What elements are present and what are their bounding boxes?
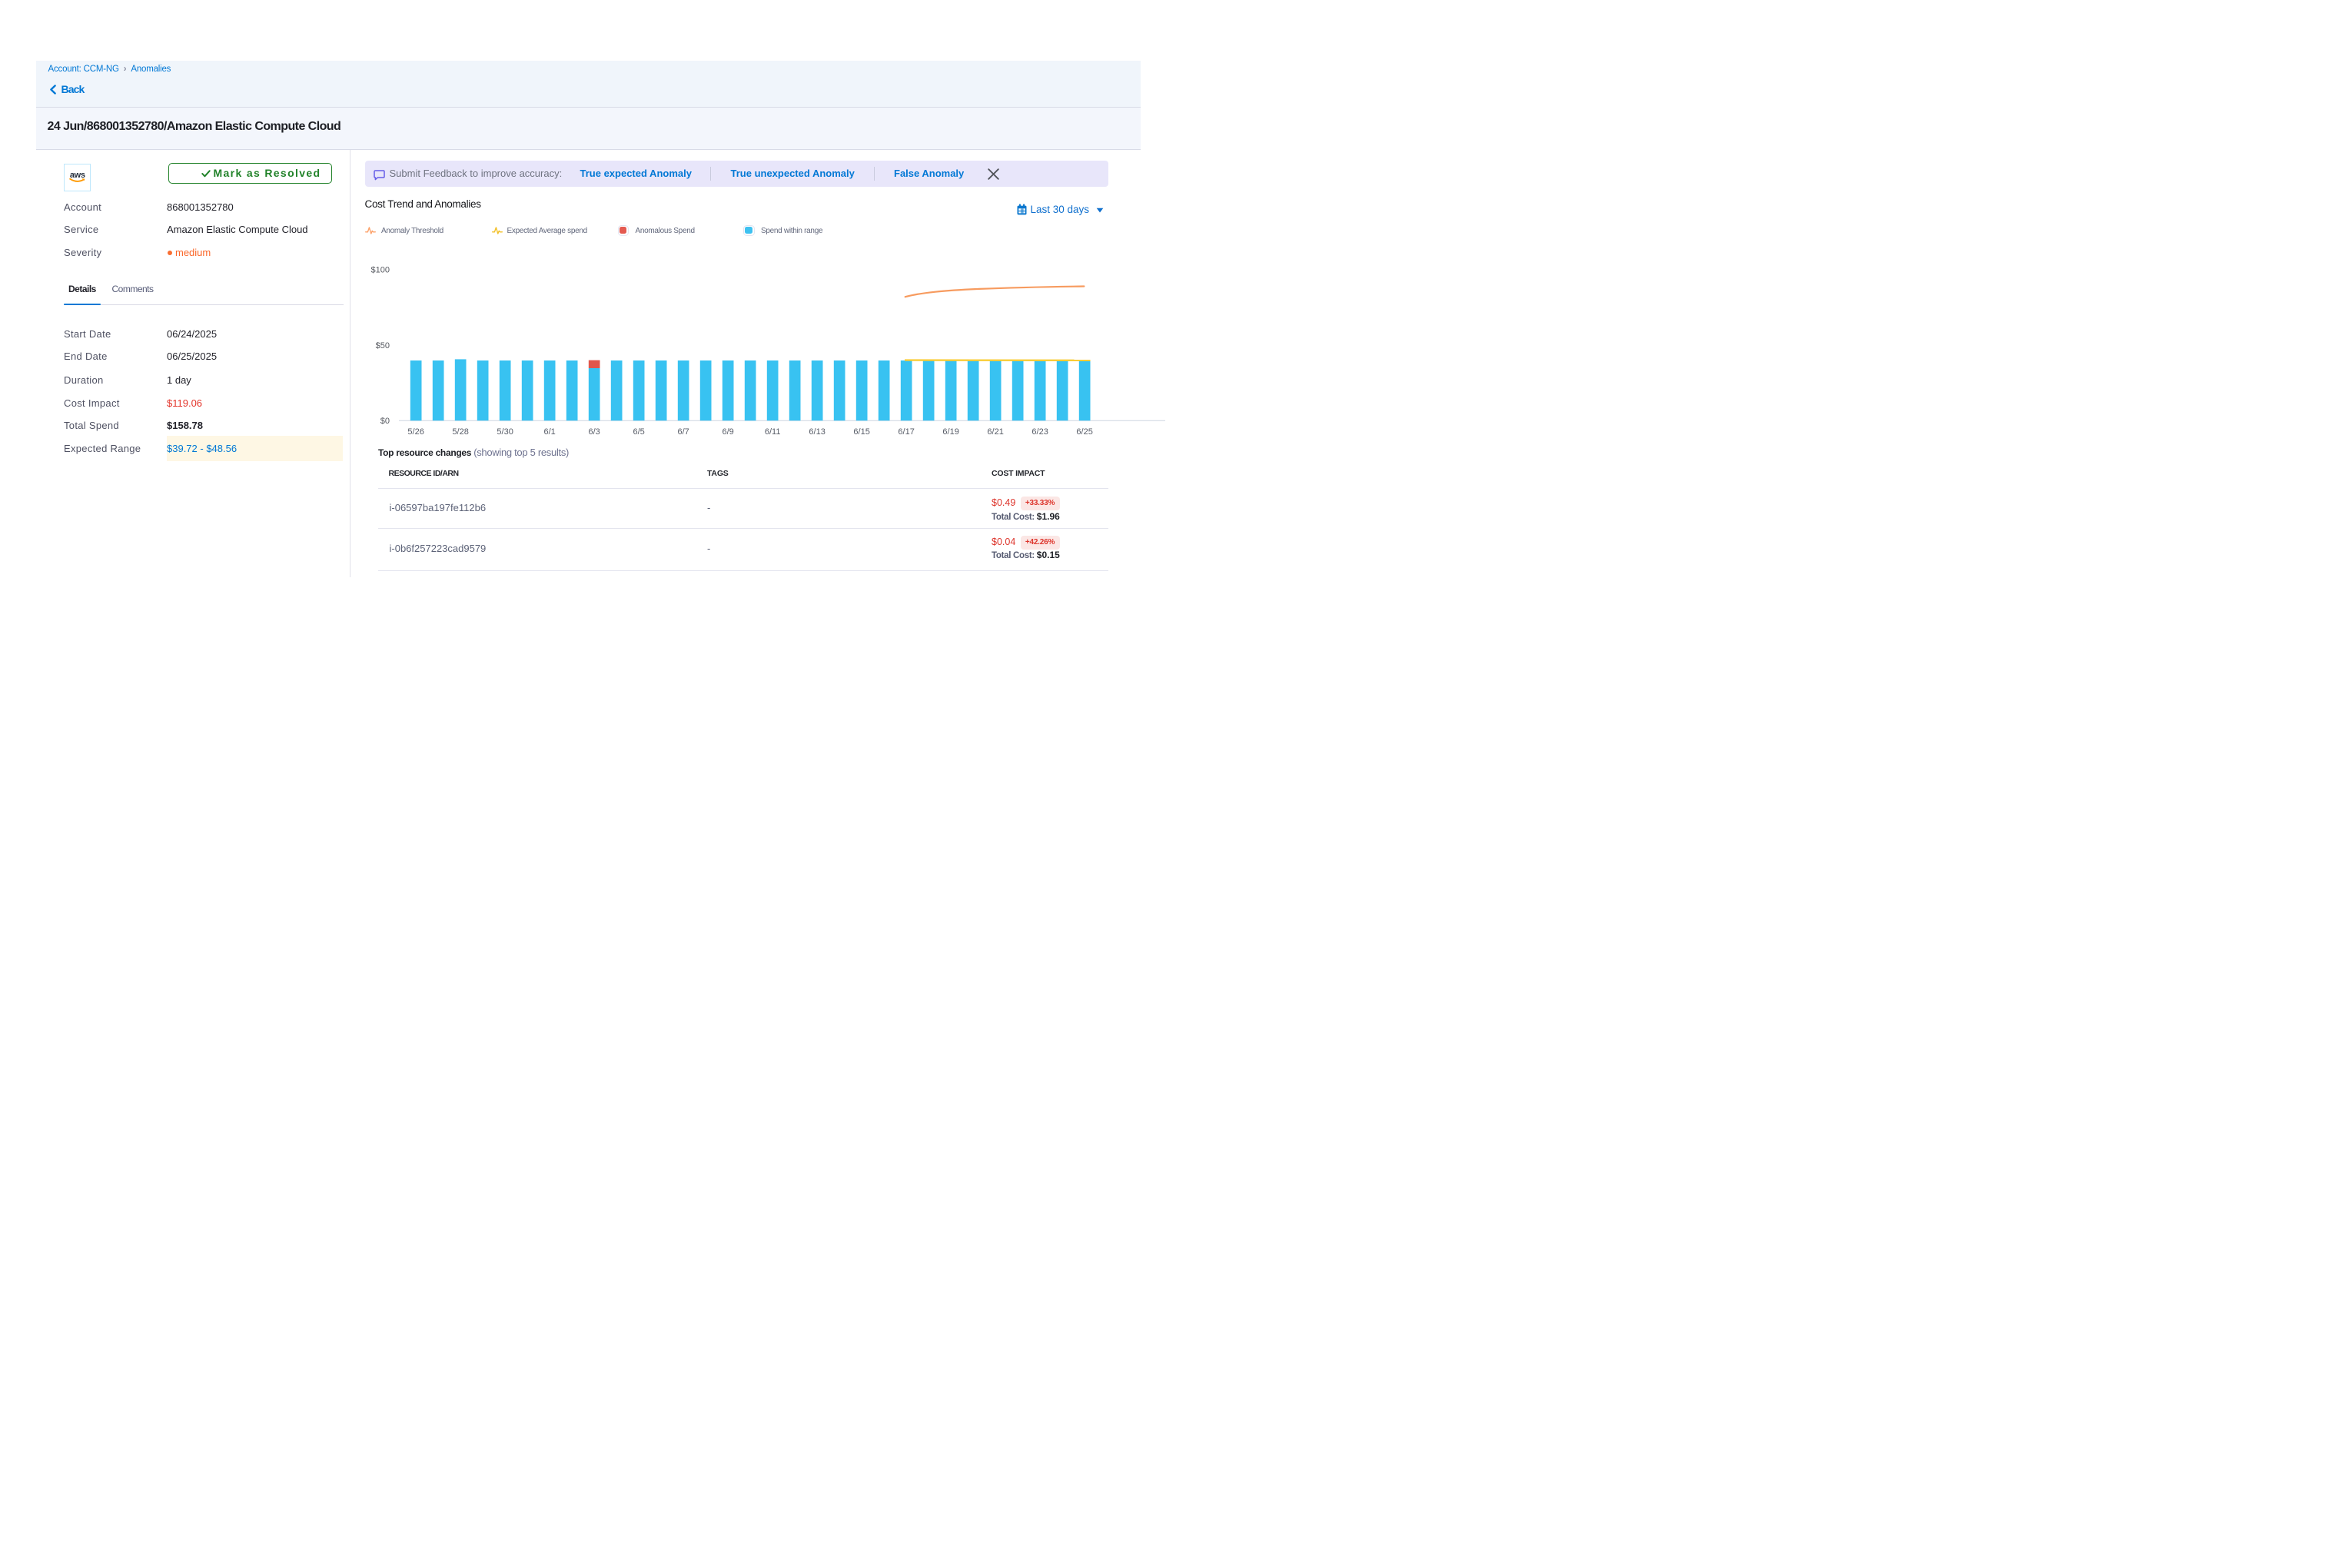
svg-text:$100: $100	[371, 266, 390, 275]
svg-text:$50: $50	[376, 341, 390, 350]
svg-text:aws: aws	[70, 170, 85, 179]
svg-text:$0: $0	[380, 417, 390, 426]
